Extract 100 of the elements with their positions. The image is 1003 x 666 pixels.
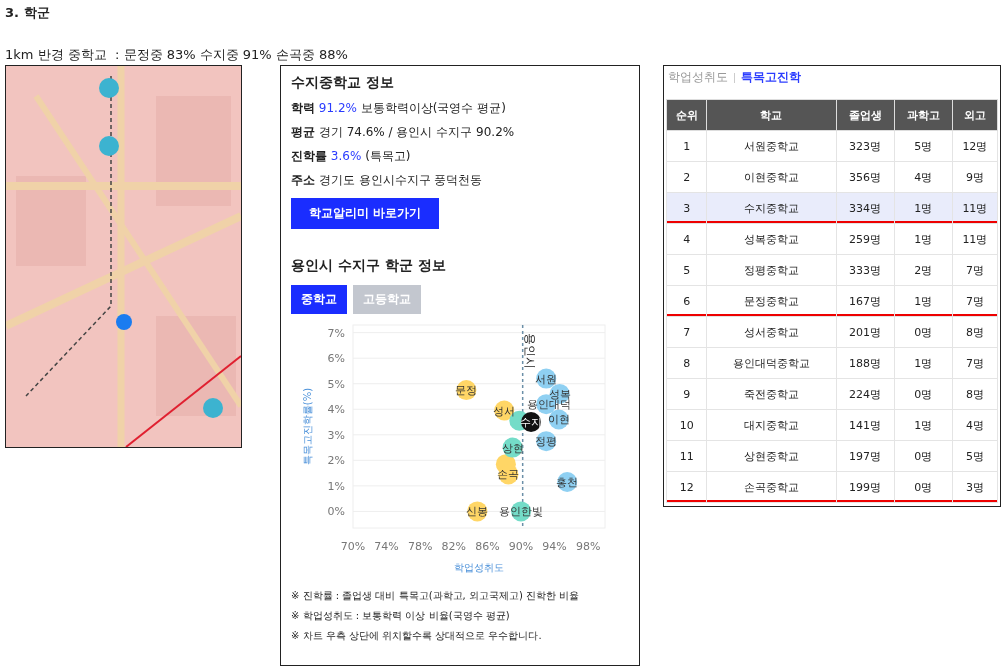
table-cell: 3명: [952, 471, 998, 503]
footnote: ※ 차트 우측 상단에 위치할수록 상대적으로 우수합니다.: [291, 629, 543, 643]
school-link-button[interactable]: 학교알리미 바로가기: [291, 198, 440, 229]
panel-title: 수지중학교 정보: [291, 74, 395, 92]
table-cell: 3: [666, 192, 707, 224]
point-label: 용인대덕: [526, 398, 571, 411]
table-cell: 188명: [836, 347, 895, 379]
school-type-tab[interactable]: 중학교: [291, 285, 347, 314]
table-cell: 11: [666, 440, 707, 472]
table-row[interactable]: 10 대지중학교 141명 1명 4명: [666, 409, 998, 441]
table-cell: 334명: [836, 192, 895, 224]
table-cell: 대지중학교: [706, 409, 836, 441]
table-row[interactable]: 3 수지중학교 334명 1명 11명: [666, 192, 998, 224]
table-cell: 11명: [952, 223, 998, 255]
table-cell: 4명: [894, 161, 953, 193]
table-cell: 서원중학교: [706, 130, 836, 162]
table-cell: 167명: [836, 285, 895, 317]
table-cell: 4: [666, 223, 707, 255]
column-header: 학교: [706, 99, 836, 131]
table-row[interactable]: 1 서원중학교 323명 5명 12명: [666, 130, 998, 162]
x-tick-label: 78%: [407, 540, 433, 553]
footnote: ※ 진학률 : 졸업생 대비 특목고(과학고, 외고국제고) 진학한 비율: [291, 589, 581, 603]
table-row[interactable]: 5 정평중학교 333명 2명 7명: [666, 254, 998, 286]
summary-text: 1km 반경 중학교 : 문정중 83% 수지중 91% 손곡중 88%: [5, 46, 349, 64]
table-cell: 4명: [952, 409, 998, 441]
table-cell: 9명: [952, 161, 998, 193]
table-cell: 6: [666, 285, 707, 317]
table-cell: 0명: [894, 471, 953, 503]
table-cell: 손곡중학교: [706, 471, 836, 503]
ranking-tab[interactable]: 특목고진학: [741, 70, 801, 85]
y-tick-label: 3%: [327, 428, 345, 442]
table-cell: 수지중학교: [706, 192, 836, 224]
table-cell: 죽전중학교: [706, 378, 836, 410]
point-label: 홍천: [556, 476, 579, 489]
column-header: 외고: [952, 99, 998, 131]
table-cell: 2명: [894, 254, 953, 286]
table-cell: 1명: [894, 192, 953, 224]
table-cell: 8명: [952, 378, 998, 410]
table-cell: 7: [666, 316, 707, 348]
table-cell: 문정중학교: [706, 285, 836, 317]
table-cell: 259명: [836, 223, 895, 255]
table-cell: 5명: [952, 440, 998, 472]
point-label: 수지: [520, 416, 543, 429]
x-tick-label: 70%: [340, 540, 366, 553]
table-cell: 10: [666, 409, 707, 441]
table-cell: 1: [666, 130, 707, 162]
table-cell: 7명: [952, 285, 998, 317]
table-cell: 성복중학교: [706, 223, 836, 255]
table-cell: 8명: [952, 316, 998, 348]
table-cell: 0명: [894, 440, 953, 472]
table-row[interactable]: 9 죽전중학교 224명 0명 8명: [666, 378, 998, 410]
info-line: 주소 경기도 용인시수지구 풍덕천동: [291, 172, 484, 189]
table-row[interactable]: 11 상현중학교 197명 0명 5명: [666, 440, 998, 472]
table-cell: 333명: [836, 254, 895, 286]
point-label: 성복: [548, 387, 571, 400]
panel-title: 용인시 수지구 학군 정보: [291, 257, 447, 275]
x-tick-label: 82%: [441, 540, 467, 553]
table-cell: 1명: [894, 285, 953, 317]
y-tick-label: 7%: [327, 326, 345, 340]
table-row[interactable]: 7 성서중학교 201명 0명 8명: [666, 316, 998, 348]
y-tick-label: 1%: [327, 479, 345, 493]
table-cell: 1명: [894, 409, 953, 441]
point-label: 이현: [547, 413, 570, 426]
point-label: 신봉: [466, 505, 489, 518]
info-line: 진학률 3.6% (특목고): [291, 148, 412, 165]
table-cell: 197명: [836, 440, 895, 472]
table-cell: 0명: [894, 378, 953, 410]
info-line: 학력 91.2% 보통학력이상(국영수 평균): [291, 100, 507, 117]
table-cell: 1명: [894, 347, 953, 379]
y-tick-label: 4%: [327, 403, 345, 417]
y-tick-label: 6%: [327, 352, 345, 366]
table-cell: 9: [666, 378, 707, 410]
table-row[interactable]: 6 문정중학교 167명 1명 7명: [666, 285, 998, 317]
table-cell: 199명: [836, 471, 895, 503]
column-header: 과학고: [894, 99, 953, 131]
table-cell: 5명: [894, 130, 953, 162]
point-label: 성서: [493, 404, 516, 417]
point-label: 정평: [535, 435, 558, 448]
table-cell: 12: [666, 471, 707, 503]
point-label: 서원: [535, 372, 558, 385]
table-cell: 12명: [952, 130, 998, 162]
table-cell: 7명: [952, 347, 998, 379]
y-tick-label: 0%: [327, 505, 345, 519]
info-line: 평균 경기 74.6% / 용인시 수지구 90.2%: [291, 124, 516, 141]
footnote: ※ 학업성취도 : 보통학력 이상 비율(국영수 평균): [291, 609, 511, 623]
table-cell: 8: [666, 347, 707, 379]
table-cell: 이현중학교: [706, 161, 836, 193]
y-axis-title: 특목고진학률(%): [302, 387, 313, 466]
table-cell: 356명: [836, 161, 895, 193]
table-row[interactable]: 12 손곡중학교 199명 0명 3명: [666, 471, 998, 503]
table-cell: 5: [666, 254, 707, 286]
x-tick-label: 94%: [542, 540, 567, 553]
table-row[interactable]: 2 이현중학교 356명 4명 9명: [666, 161, 998, 193]
point-label: 상현: [501, 441, 524, 454]
table-cell: 11명: [952, 192, 998, 224]
section-heading: 3. 학군: [5, 4, 51, 22]
table-row[interactable]: 4 성복중학교 259명 1명 11명: [666, 223, 998, 255]
table-cell: 용인대덕중학교: [706, 347, 836, 379]
table-cell: 상현중학교: [706, 440, 836, 472]
table-row[interactable]: 8 용인대덕중학교 188명 1명 7명: [666, 347, 998, 379]
